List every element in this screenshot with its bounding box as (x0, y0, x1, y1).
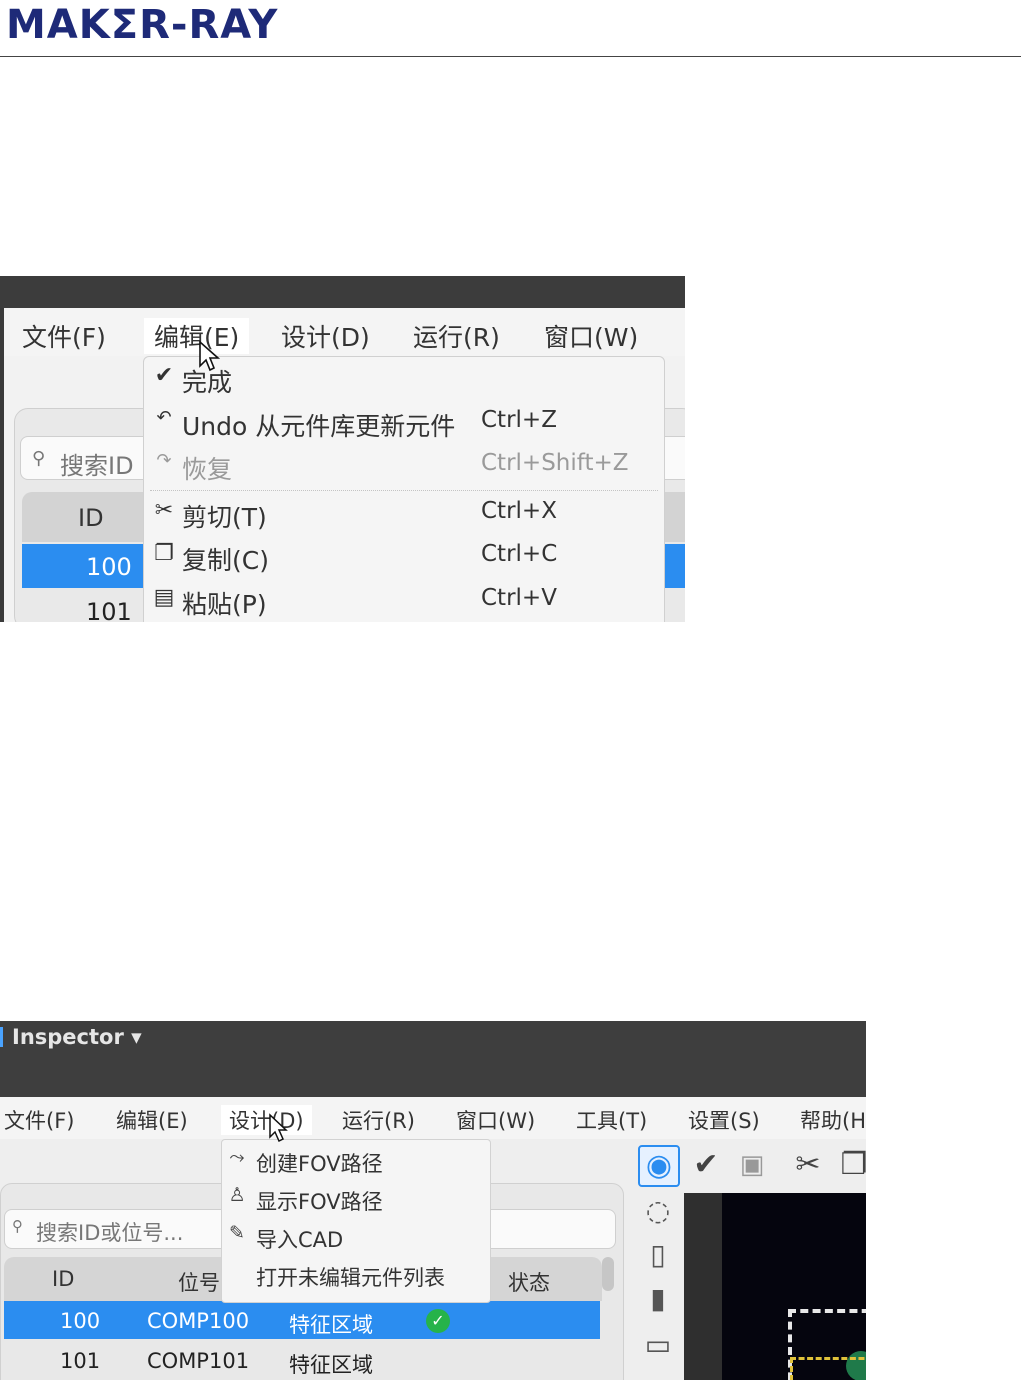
menu-item-label: 恢复 (182, 455, 233, 484)
menu-edit[interactable]: 编辑(E) (116, 1105, 188, 1135)
path-icon: ⤳ (229, 1146, 245, 1168)
brand-logo: MAKΣR-RAY (6, 2, 279, 48)
menubar: 文件(F) 编辑(E) 设计(D) 运行(R) 窗口(W) (4, 308, 685, 356)
column-header-status[interactable]: 状态 (508, 1267, 550, 1297)
chip-icon[interactable]: ▮ (640, 1281, 676, 1317)
menu-separator (150, 490, 658, 491)
table-row[interactable]: 101 COMP101 特征区域 (4, 1341, 600, 1379)
table-cell-id: 100 (60, 1309, 101, 1333)
window-titlebar (0, 276, 685, 308)
menu-run[interactable]: 运行(R) (342, 1105, 415, 1135)
dotted-circle-icon[interactable]: ◌ (640, 1193, 676, 1229)
scissors-icon: ✂ (154, 498, 174, 523)
menu-item-label: Undo 从元件库更新元件 (182, 412, 456, 441)
table-cell-type: 特征区域 (289, 1353, 373, 1377)
menu-item-label: 创建FOV路径 (256, 1152, 383, 1176)
table-cell-ref: COMP101 (147, 1349, 250, 1373)
search-icon: ⚲ (12, 1217, 23, 1235)
app-icon (0, 1027, 3, 1047)
menu-file[interactable]: 文件(F) (4, 1105, 74, 1135)
menu-help[interactable]: 帮助(H (800, 1105, 866, 1135)
menu-item-redo[interactable]: ↷ 恢复 Ctrl+Shift+Z (144, 444, 664, 486)
menu-item-label: 打开未编辑元件列表 (256, 1266, 445, 1290)
menu-run[interactable]: 运行(R) (413, 318, 500, 354)
table-cell-id: 101 (86, 598, 132, 622)
menu-design[interactable]: 设计(D) (281, 318, 370, 354)
menu-edit[interactable]: 编辑(E) (144, 318, 250, 354)
mouse-cursor-icon (269, 1113, 288, 1143)
component-box[interactable] (790, 1357, 866, 1380)
save-icon[interactable]: ▣ (732, 1145, 772, 1185)
menubar: 文件(F) 编辑(E) 设计(D) 运行(R) 窗口(W) 工具(T) 设置(S… (0, 1097, 866, 1139)
undo-icon: ↶ (156, 407, 172, 428)
mouse-cursor-icon (199, 340, 221, 372)
redo-icon: ↷ (156, 450, 172, 471)
menu-item-label: 显示FOV路径 (256, 1190, 383, 1214)
edit-dropdown-menu: ✔ 完成 ↶ Undo 从元件库更新元件 Ctrl+Z ↷ 恢复 Ctrl+Sh… (143, 356, 665, 622)
menu-item-label: 粘贴(P) (182, 590, 267, 619)
table-cell-id: 101 (60, 1349, 101, 1373)
screenshot-design-menu: Inspector ▾ 文件(F) 编辑(E) 设计(D) 运行(R) 窗口(W… (0, 1021, 866, 1380)
menu-item-open-unedited-list[interactable]: 打开未编辑元件列表 (222, 1256, 490, 1294)
status-ok-icon: ✓ (426, 1309, 450, 1333)
menu-item-paste[interactable]: ▤ 粘贴(P) Ctrl+V (144, 579, 664, 621)
column-header-id[interactable]: ID (52, 1267, 74, 1291)
scissors-icon[interactable]: ✂ (788, 1145, 828, 1185)
menu-item-shortcut: Ctrl+Shift+Z (481, 450, 629, 476)
menu-file[interactable]: 文件(F) (22, 318, 106, 354)
search-icon: ⚲ (32, 448, 46, 469)
menu-item-label: 剪切(T) (182, 503, 267, 532)
menu-item-copy[interactable]: ❐ 复制(C) Ctrl+C (144, 535, 664, 577)
menu-window[interactable]: 窗口(W) (544, 318, 638, 354)
menu-item-undo[interactable]: ↶ Undo 从元件库更新元件 Ctrl+Z (144, 401, 664, 443)
scrollbar-thumb[interactable] (602, 1257, 614, 1291)
menu-settings[interactable]: 设置(S) (688, 1105, 760, 1135)
menu-item-import-cad[interactable]: ✎ 导入CAD (222, 1218, 490, 1256)
menu-item-create-fov-path[interactable]: ⤳ 创建FOV路径 (222, 1142, 490, 1180)
column-header-id[interactable]: ID (78, 504, 104, 532)
menu-item-shortcut: Ctrl+Z (481, 407, 557, 433)
menu-item-shortcut: Ctrl+C (481, 541, 558, 567)
design-dropdown-menu: ⤳ 创建FOV路径 ♙ 显示FOV路径 ✎ 导入CAD 打开未编辑元件列表 (221, 1139, 491, 1303)
component-icon[interactable]: ▯ (640, 1237, 676, 1273)
check-icon[interactable]: ✔ (686, 1145, 726, 1185)
copy-icon: ❐ (154, 541, 174, 566)
table-cell-id: 100 (86, 553, 132, 581)
screenshot-edit-menu: 文件(F) 编辑(E) 设计(D) 运行(R) 窗口(W) ⚲ 搜索ID ID … (0, 276, 685, 622)
menu-design[interactable]: 设计(D) (221, 1105, 312, 1135)
target-icon[interactable]: ◉ (638, 1145, 680, 1187)
menu-item-shortcut: Ctrl+X (481, 498, 557, 524)
menu-tools[interactable]: 工具(T) (576, 1105, 647, 1135)
table-cell-type: 特征区域 (289, 1313, 373, 1337)
menu-item-show-fov-path[interactable]: ♙ 显示FOV路径 (222, 1180, 490, 1218)
table-cell-ref: COMP100 (147, 1309, 250, 1333)
search-placeholder: 搜索ID或位号... (36, 1221, 184, 1245)
window-title[interactable]: Inspector ▾ (12, 1025, 142, 1049)
menu-item-shortcut: Ctrl+V (481, 585, 557, 611)
paste-icon: ▤ (153, 585, 175, 610)
search-placeholder: 搜索ID (60, 452, 134, 480)
column-header-ref[interactable]: 位号 (178, 1267, 220, 1297)
copy-icon[interactable]: ❐ (834, 1145, 866, 1185)
menu-item-label: 导入CAD (256, 1228, 344, 1252)
menu-window[interactable]: 窗口(W) (456, 1105, 535, 1135)
person-icon: ♙ (228, 1184, 246, 1206)
menu-item-finish[interactable]: ✔ 完成 (144, 357, 664, 399)
header-divider (0, 56, 1021, 57)
menu-item-cut[interactable]: ✂ 剪切(T) Ctrl+X (144, 492, 664, 534)
rectangle-icon[interactable]: ▭ (640, 1327, 676, 1363)
menu-item-label: 复制(C) (182, 546, 269, 575)
edit-icon: ✎ (229, 1222, 245, 1244)
check-icon: ✔ (154, 363, 174, 388)
table-row[interactable]: 100 COMP100 特征区域 ✓ (4, 1301, 600, 1339)
